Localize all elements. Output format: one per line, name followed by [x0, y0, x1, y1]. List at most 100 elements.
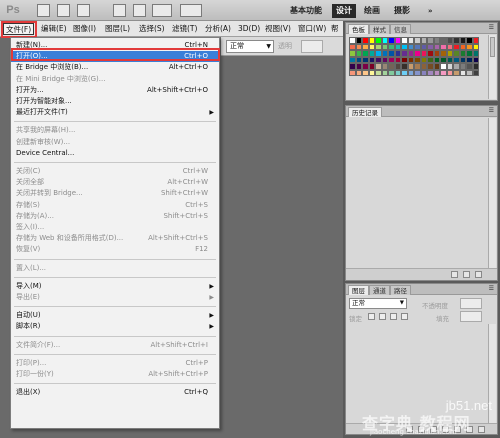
layer-blend-mode-select[interactable]: 正常 ▼ — [349, 298, 407, 309]
chevron-down-icon: ▼ — [266, 43, 271, 50]
file-menu-item: 存储为(A)... Shift+Ctrl+S — [11, 211, 219, 222]
file-menu-item: 存储(S) Ctrl+S — [11, 200, 219, 211]
file-menu-item: 置入(L)... — [11, 263, 219, 274]
menu-bar: 文件(F) 编辑(E) 图像(I) 图层(L) 选择(S) 滤镜(T) 分析(A… — [0, 21, 343, 37]
blend-mode-select[interactable]: 正常 ▼ — [226, 40, 274, 53]
menu-window[interactable]: 窗口(W) — [298, 23, 326, 35]
menu-analysis[interactable]: 分析(A) — [205, 23, 231, 35]
menu-item-label: 共享我的屏幕(H)... — [16, 126, 76, 135]
opacity-input[interactable] — [301, 40, 323, 53]
bridge-icon[interactable] — [37, 4, 50, 17]
menu-view[interactable]: 视图(V) — [265, 23, 291, 35]
tab-styles[interactable]: 样式 — [369, 24, 390, 34]
submenu-arrow-icon: ▶ — [209, 282, 214, 290]
arrange-documents-icon[interactable] — [152, 4, 172, 17]
menu-item-label: 导入(M) — [16, 281, 42, 290]
menu-item-label: 存储为(A)... — [16, 211, 54, 220]
file-menu-dropdown: 新建(N)... Ctrl+N 打开(O)... Ctrl+O 在 Bridge 中浏览… — [10, 37, 220, 429]
menu-item-label: 打印一份(Y) — [16, 370, 54, 378]
tab-channels[interactable]: 通道 — [369, 285, 390, 295]
photoshop-logo: Ps — [6, 4, 20, 16]
menu-item-label: 打开为... — [16, 85, 44, 94]
lock-move-icon[interactable] — [390, 313, 397, 320]
workspace-design[interactable]: 设计 — [332, 4, 356, 18]
new-snapshot-icon[interactable] — [451, 271, 458, 278]
menu-help[interactable]: 帮助(H) — [331, 23, 343, 35]
menu-item-label: 签入(I)... — [16, 223, 45, 231]
submenu-arrow-icon: ▶ — [209, 323, 214, 331]
zoom-tool-icon[interactable] — [133, 4, 146, 17]
file-menu-item: 在 Mini Bridge 中浏览(G)... — [11, 74, 219, 85]
menu-item-shortcut: Alt+Shift+Ctrl+P — [148, 370, 208, 378]
menu-layer[interactable]: 图层(L) — [105, 23, 130, 35]
lock-label: 锁定 — [349, 315, 362, 323]
menu-3d[interactable]: 3D(D) — [238, 23, 260, 35]
file-menu-item: 关闭(C) Ctrl+W — [11, 166, 219, 177]
scrollbar-thumb[interactable] — [490, 37, 495, 57]
file-menu-item[interactable]: 在 Bridge 中浏览(B)... Alt+Ctrl+O — [11, 62, 219, 73]
lock-transparency-icon[interactable] — [368, 313, 375, 320]
menu-separator — [14, 383, 216, 385]
panel-menu-icon[interactable]: ☰ — [489, 24, 494, 31]
layer-blend-mode-value: 正常 — [352, 299, 365, 307]
history-scrollbar[interactable] — [488, 118, 496, 268]
mini-bridge-icon[interactable] — [57, 4, 70, 17]
color-swatch[interactable] — [472, 69, 479, 76]
file-menu-item: 打印一份(Y) Alt+Shift+Ctrl+P — [11, 369, 219, 380]
menu-select[interactable]: 选择(S) — [139, 23, 165, 35]
workspace-essentials[interactable]: 基本功能 — [286, 4, 326, 18]
menu-item-shortcut: Alt+Shift+Ctrl+I — [150, 340, 208, 349]
menu-separator — [14, 162, 216, 163]
tab-info[interactable]: 信息 — [390, 24, 411, 34]
file-menu-item: 签入(I)... — [11, 222, 219, 233]
fill-input[interactable] — [460, 311, 482, 322]
swatch-grid — [349, 37, 479, 89]
history-footer — [346, 268, 497, 280]
file-menu-item[interactable]: 打开为智能对象... — [11, 96, 219, 107]
layer-opacity-input[interactable] — [460, 298, 482, 309]
menu-item-label: 置入(L)... — [16, 263, 47, 272]
tab-swatches[interactable]: 色板 — [348, 24, 369, 34]
screen-mode-icon[interactable] — [180, 4, 202, 17]
file-menu-item[interactable]: 脚本(R) ▶ — [11, 321, 219, 332]
new-document-icon[interactable] — [463, 271, 470, 278]
menu-item-label: 在 Bridge 中浏览(B)... — [16, 63, 89, 72]
workspace-photography[interactable]: 摄影 — [390, 4, 414, 18]
menu-separator — [14, 353, 216, 355]
file-menu-item[interactable]: 退出(X) Ctrl+Q — [11, 387, 219, 398]
file-menu-item[interactable]: 自动(U) ▶ — [11, 310, 219, 321]
menu-item-label: 恢复(V) — [16, 245, 41, 254]
file-menu-item: 存储为 Web 和设备所用格式(D)... Alt+Shift+Ctrl+S — [11, 233, 219, 244]
file-menu-item: 恢复(V) F12 — [11, 244, 219, 255]
swatches-scrollbar[interactable] — [488, 35, 496, 99]
menu-item-label: 关闭并转到 Bridge... — [16, 189, 83, 198]
layer-opacity-label: 不透明度 — [422, 302, 448, 310]
workspace-painting[interactable]: 绘画 — [360, 4, 384, 18]
panel-menu-icon[interactable]: ☰ — [489, 285, 494, 292]
file-menu-item[interactable]: 最近打开文件(T) ▶ — [11, 107, 219, 118]
panel-menu-icon[interactable]: ☰ — [489, 107, 494, 114]
lock-all-icon[interactable] — [401, 313, 408, 320]
menu-item-label: 存储(S) — [16, 200, 40, 209]
menu-image[interactable]: 图像(I) — [73, 23, 96, 35]
menu-filter[interactable]: 滤镜(T) — [172, 23, 197, 35]
file-menu-item[interactable]: Device Central... — [11, 148, 219, 159]
file-menu-item[interactable]: 打开为... Alt+Shift+Ctrl+O — [11, 85, 219, 96]
menu-separator — [14, 306, 216, 308]
tab-paths[interactable]: 路径 — [390, 285, 411, 295]
file-menu-item[interactable]: 导入(M) ▶ — [11, 281, 219, 292]
submenu-arrow-icon: ▶ — [209, 294, 214, 301]
tab-history[interactable]: 历史记录 — [348, 107, 382, 117]
zoom-level-icon[interactable] — [77, 4, 90, 17]
hand-tool-icon[interactable] — [113, 4, 126, 17]
file-menu-item: 关闭全部 Alt+Ctrl+W — [11, 177, 219, 188]
tab-layers[interactable]: 图层 — [348, 285, 369, 295]
lock-brush-icon[interactable] — [379, 313, 386, 320]
workspace-more-icon[interactable]: » — [424, 4, 437, 18]
menu-item-shortcut: Ctrl+S — [185, 200, 208, 209]
menu-item-label: 创建新审核(W)... — [16, 137, 71, 146]
trash-icon[interactable] — [475, 271, 482, 278]
watermark: jb51.net 查字典 教程网 jiaocheng.chazidian.com — [360, 398, 500, 438]
menu-edit[interactable]: 编辑(E) — [41, 23, 67, 35]
menu-item-label: 退出(X) — [16, 388, 41, 397]
